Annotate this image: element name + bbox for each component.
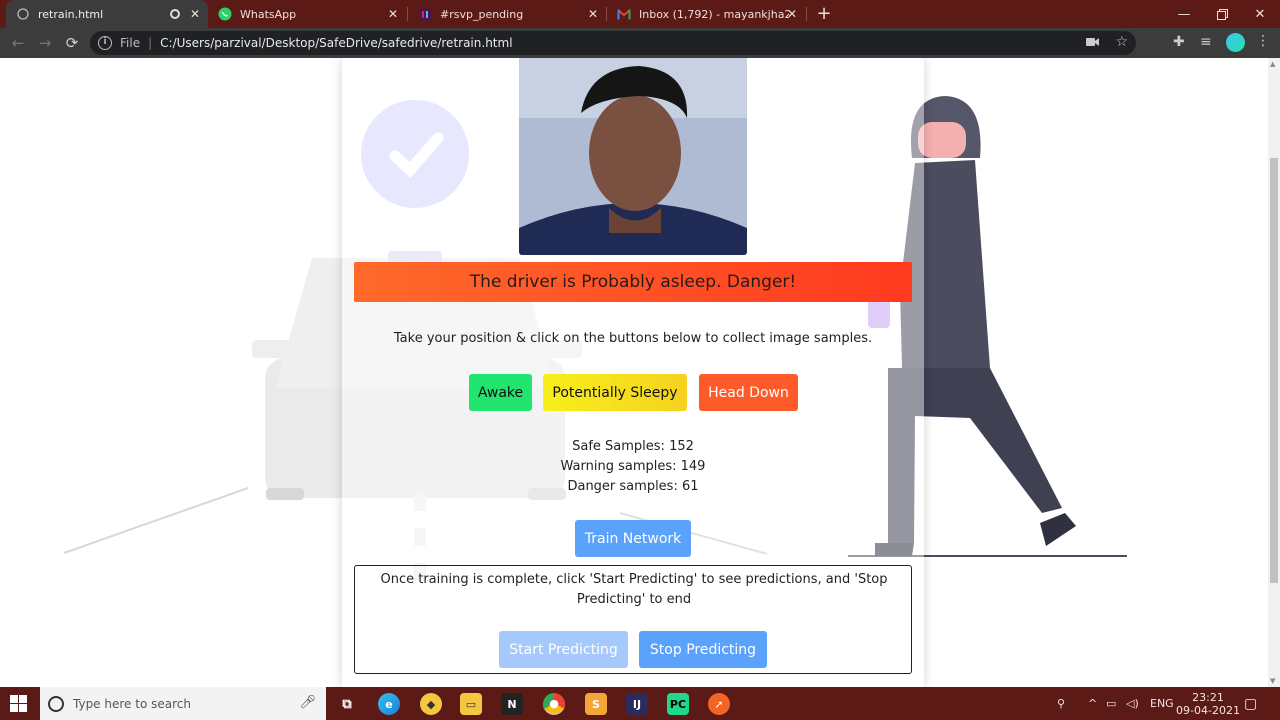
scroll-up-icon[interactable]: ▲ <box>1270 60 1275 68</box>
windows-start-icon[interactable] <box>10 695 27 716</box>
tab-title: retrain.html <box>38 7 104 21</box>
maximize-button[interactable] <box>1203 0 1241 28</box>
url-text[interactable]: C:/Users/parzival/Desktop/SafeDrive/safe… <box>160 36 512 50</box>
tray-chevron-icon[interactable]: ^ <box>1088 687 1097 720</box>
notion-icon[interactable]: N <box>501 693 523 715</box>
volume-icon[interactable]: ◁) <box>1126 687 1139 720</box>
slack-icon <box>418 7 432 21</box>
minimize-button[interactable]: — <box>1165 0 1203 28</box>
address-bar[interactable]: i File | C:/Users/parzival/Desktop/SafeD… <box>90 31 1136 55</box>
back-arrow-icon[interactable]: ← <box>9 34 27 52</box>
globe-icon <box>16 7 30 21</box>
clock-time: 23:21 <box>1192 690 1224 704</box>
people-icon[interactable]: ⚲ <box>1057 687 1065 720</box>
scrollbar-thumb[interactable] <box>1270 158 1278 583</box>
page-scrollbar[interactable]: ▲ ▼ <box>1268 58 1280 687</box>
camera-icon[interactable] <box>1086 36 1100 51</box>
bookmark-star-icon[interactable]: ☆ <box>1115 34 1128 50</box>
clock[interactable]: 23:21 09-04-2021 <box>1176 687 1240 720</box>
notifications-icon[interactable]: ▢ <box>1244 687 1257 720</box>
cortana-circle-icon <box>48 695 64 712</box>
browser-titlebar: retrain.html ✕ WhatsApp ✕ #rsvp_pending … <box>0 0 1280 28</box>
taskbar-search-box[interactable]: Type here to search 🎤︎ <box>40 687 326 720</box>
tab-title: WhatsApp <box>240 7 297 21</box>
sample-instructions: Take your position & click on the button… <box>393 331 873 346</box>
postman-icon[interactable]: ➚ <box>708 693 730 715</box>
scheme-label: File <box>120 36 141 50</box>
danger-samples-count: Danger samples: 61 <box>567 479 699 494</box>
warning-samples-count: Warning samples: 149 <box>560 459 706 474</box>
page-viewport: The driver is Probably asleep. Danger! T… <box>0 58 1280 687</box>
stop-predicting-button[interactable]: Stop Predicting <box>639 631 767 668</box>
sublime-text-icon[interactable]: S <box>585 693 607 715</box>
separator: | <box>148 36 153 50</box>
recording-dot-icon <box>170 9 180 19</box>
start-predicting-button[interactable]: Start Predicting <box>499 631 628 668</box>
pycharm-icon[interactable]: PC <box>667 693 689 715</box>
forward-arrow-icon[interactable]: → <box>36 34 54 52</box>
menu-kebab-icon[interactable]: ⋮ <box>1256 33 1270 49</box>
tab-rsvp-pending[interactable]: #rsvp_pending ✕ <box>408 0 606 28</box>
microphone-icon[interactable]: 🎤︎ <box>299 695 316 710</box>
whatsapp-icon <box>218 7 232 21</box>
search-placeholder: Type here to search <box>73 696 191 711</box>
browser-toolbar: ← → ⟳ i File | C:/Users/parzival/Desktop… <box>0 28 1280 58</box>
clock-date: 09-04-2021 <box>1176 703 1240 717</box>
safe-samples-count: Safe Samples: 152 <box>572 439 694 454</box>
reload-icon[interactable]: ⟳ <box>63 34 81 52</box>
train-network-button[interactable]: Train Network <box>575 520 691 557</box>
tab-title: #rsvp_pending <box>440 7 524 21</box>
close-window-button[interactable]: ✕ <box>1241 0 1279 28</box>
extensions-puzzle-icon[interactable]: ✚ <box>1173 34 1185 50</box>
battery-icon[interactable]: ▭ <box>1106 687 1116 720</box>
tab-gmail-inbox[interactable]: Inbox (1,792) - mayankjha272000 ✕ <box>607 0 805 28</box>
new-tab-button[interactable]: + <box>814 4 834 24</box>
webcam-feed <box>519 58 747 255</box>
language-indicator[interactable]: ENG <box>1150 687 1174 720</box>
tab-retrain[interactable]: retrain.html ✕ <box>6 0 208 28</box>
edge-browser-icon[interactable]: e <box>378 693 400 715</box>
head-down-button[interactable]: Head Down <box>699 374 798 411</box>
close-tab-icon[interactable]: ✕ <box>787 7 797 21</box>
driver-status-banner: The driver is Probably asleep. Danger! <box>354 262 912 302</box>
scroll-down-icon[interactable]: ▼ <box>1270 677 1275 685</box>
intellij-icon[interactable]: IJ <box>626 693 648 715</box>
prediction-panel: Once training is complete, click 'Start … <box>354 565 912 674</box>
tab-title: Inbox (1,792) - mayankjha272000 <box>639 7 789 21</box>
close-tab-icon[interactable]: ✕ <box>388 7 398 21</box>
media-queue-icon[interactable]: ≡ <box>1200 34 1212 50</box>
prediction-instructions: Once training is complete, click 'Start … <box>380 572 888 607</box>
gmail-icon <box>617 7 631 21</box>
sample-counts: Safe Samples: 152 Warning samples: 149 D… <box>342 437 924 497</box>
potentially-sleepy-button[interactable]: Potentially Sleepy <box>543 374 687 411</box>
file-explorer-icon[interactable]: ▭ <box>460 693 482 715</box>
close-tab-icon[interactable]: ✕ <box>190 7 200 21</box>
task-view-icon[interactable]: ⧉ <box>336 693 358 715</box>
tab-whatsapp[interactable]: WhatsApp ✕ <box>208 0 406 28</box>
awake-button[interactable]: Awake <box>469 374 532 411</box>
info-icon[interactable]: i <box>98 36 112 50</box>
close-tab-icon[interactable]: ✕ <box>588 7 598 21</box>
notes-app-icon[interactable]: ◆ <box>420 693 442 715</box>
windows-taskbar: Type here to search 🎤︎ ⧉ e ◆ ▭ N ● S IJ … <box>0 687 1280 720</box>
chrome-icon[interactable]: ● <box>543 693 565 715</box>
profile-avatar[interactable] <box>1226 33 1245 52</box>
